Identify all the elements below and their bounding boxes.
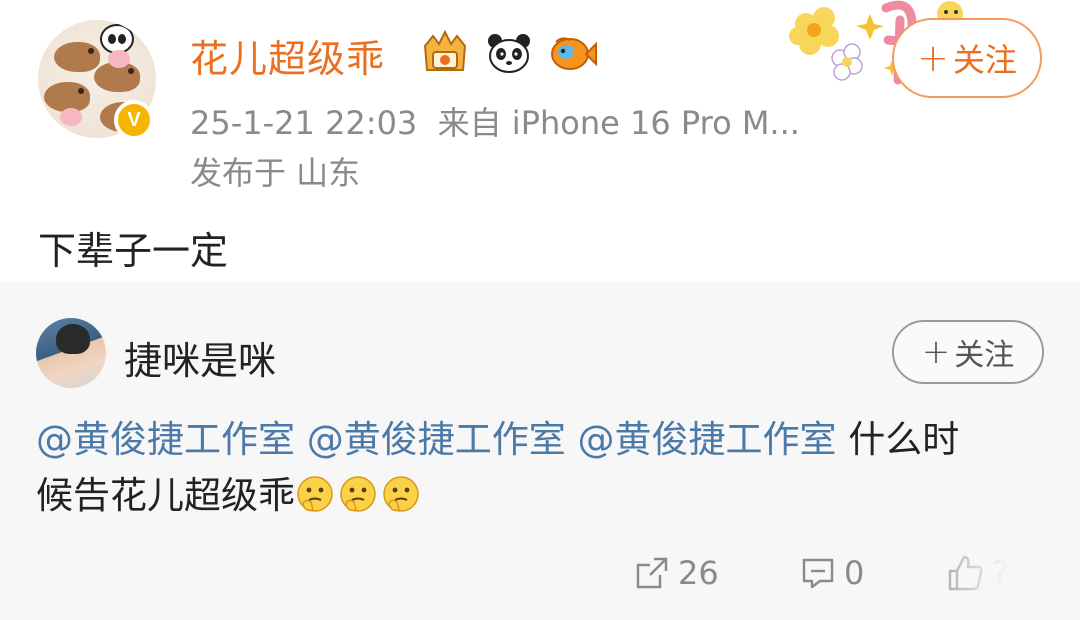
share-button[interactable]: 26 — [634, 548, 719, 598]
edge-fade — [910, 538, 1080, 608]
panda-badge-icon[interactable] — [482, 30, 536, 76]
share-count: 26 — [678, 554, 719, 592]
repost-card[interactable]: 捷咪是咪 + 关注 @黄俊捷工作室 @黄俊捷工作室 @黄俊捷工作室 什么时 候告… — [0, 282, 1080, 620]
comment-count: 0 — [844, 554, 865, 592]
mention-link[interactable]: @黄俊捷工作室 — [578, 418, 837, 461]
comment-icon — [802, 558, 834, 589]
repost-text: @黄俊捷工作室 @黄俊捷工作室 @黄俊捷工作室 什么时 候告花儿超级乖 — [36, 412, 1046, 524]
user-badges — [418, 30, 600, 76]
capybara-sticker-icon — [54, 42, 100, 72]
repost-username[interactable]: 捷咪是咪 — [124, 330, 276, 385]
follow-button[interactable]: + 关注 — [892, 18, 1042, 98]
pig-sticker-icon — [60, 108, 82, 126]
mention-link[interactable]: @黄俊捷工作室 — [307, 418, 566, 461]
comment-button[interactable]: 0 — [800, 548, 864, 598]
original-post: V 花儿超级乖 + 关注 25-1-21 22:03 来自 iPhone 16 … — [0, 0, 1080, 282]
repost-user-avatar[interactable] — [36, 318, 106, 388]
plus-icon: + — [917, 36, 949, 80]
fish-badge-icon[interactable] — [546, 30, 600, 76]
pig-sticker-icon — [108, 50, 130, 68]
post-text: 下辈子一定 — [38, 229, 229, 273]
post-location: 发布于 山东 — [190, 154, 361, 192]
verified-badge-icon: V — [114, 100, 154, 140]
crown-badge-icon[interactable] — [418, 30, 472, 76]
follow-label: 关注 — [952, 41, 1017, 79]
repost-follow-button[interactable]: + 关注 — [892, 320, 1044, 384]
post-username[interactable]: 花儿超级乖 — [190, 28, 385, 83]
follow-label: 关注 — [954, 338, 1015, 373]
repost-text-tail: 什么时 — [836, 418, 960, 461]
flower-decoration-icon — [789, 7, 839, 55]
thinking-face-icon — [340, 476, 376, 512]
plus-icon: + — [921, 332, 951, 372]
thinking-face-icon — [383, 476, 419, 512]
thinking-face-icon — [297, 476, 333, 512]
share-icon — [636, 557, 668, 589]
mention-link[interactable]: @黄俊捷工作室 — [36, 418, 295, 461]
verified-mark: V — [127, 108, 141, 131]
repost-text-line2: 候告花儿超级乖 — [36, 474, 295, 517]
post-meta: 25-1-21 22:03 来自 iPhone 16 Pro M... — [190, 104, 800, 142]
small-flower-decoration-icon — [831, 43, 863, 81]
